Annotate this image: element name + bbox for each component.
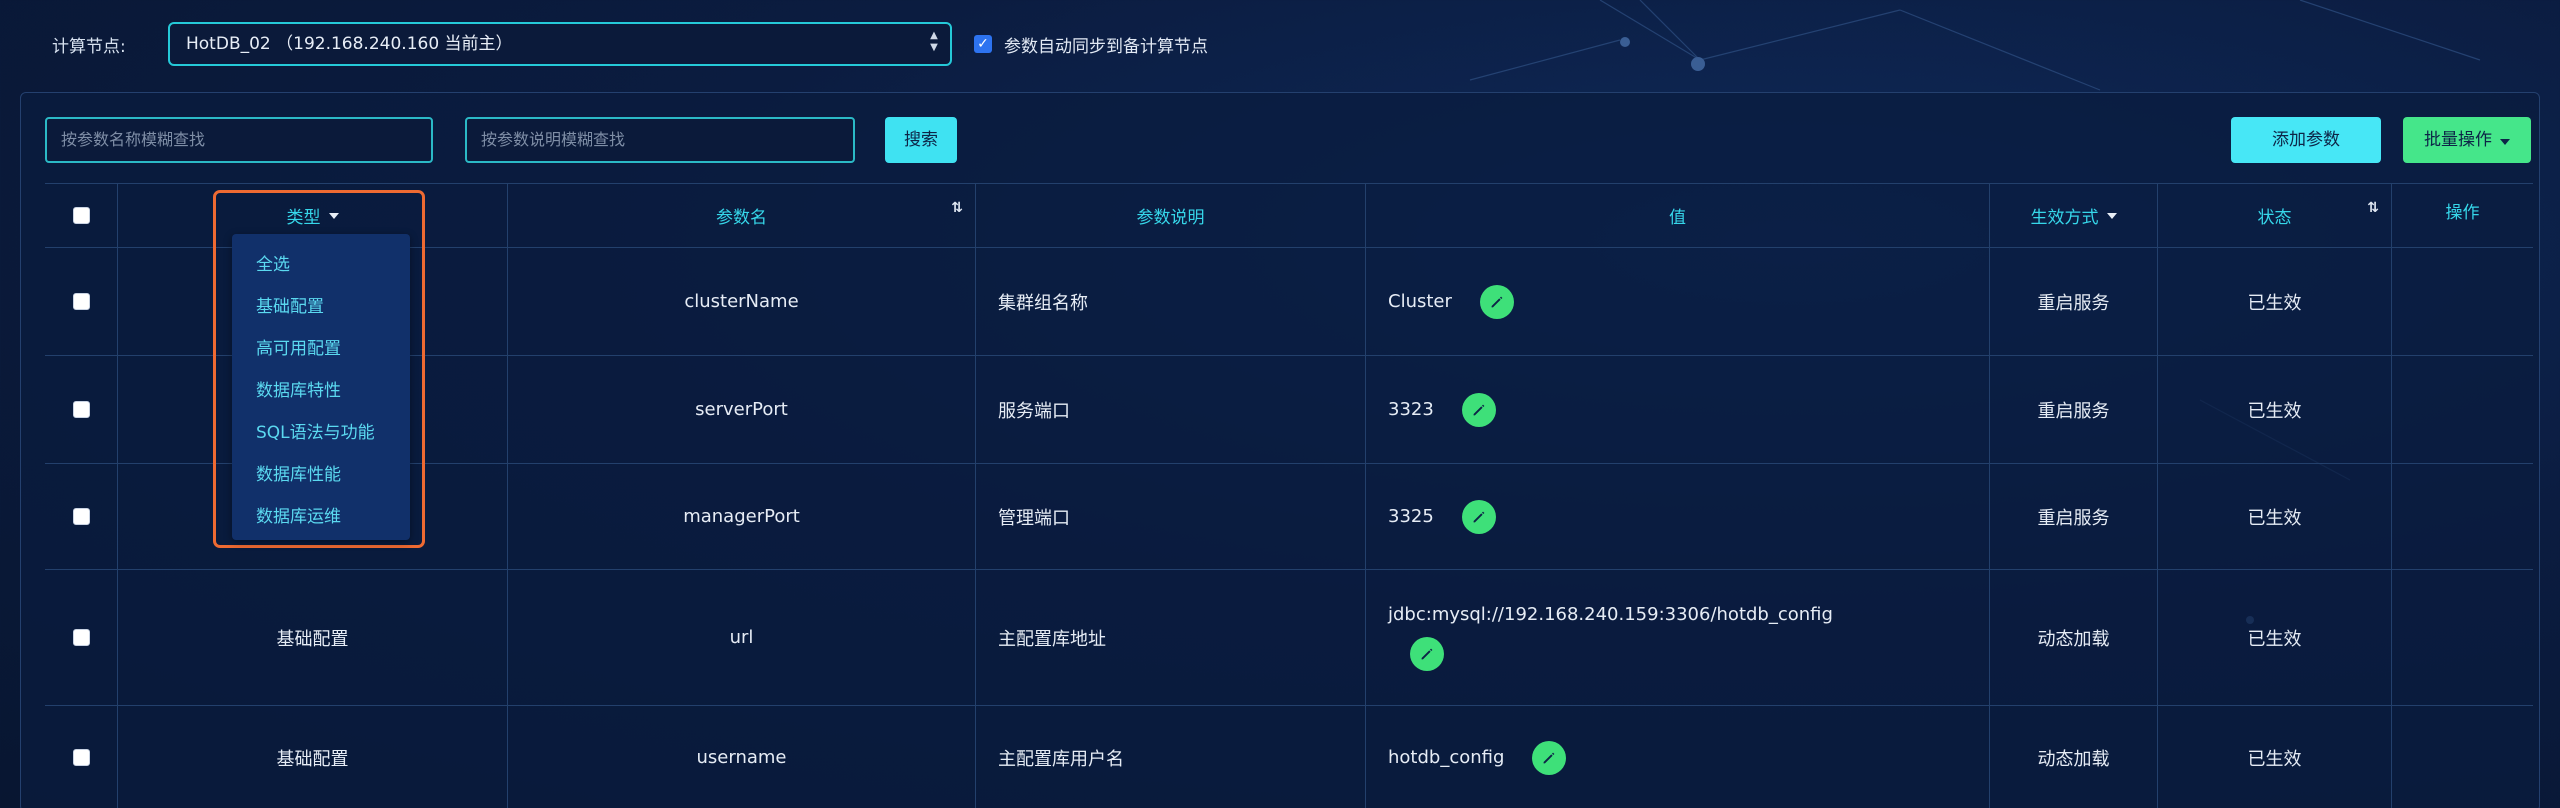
action-cell: [2391, 464, 2533, 569]
name-cell: serverPort: [507, 356, 975, 463]
status-cell: 已生效: [2157, 464, 2391, 569]
batch-operation-label: 批量操作: [2424, 130, 2492, 150]
chevron-down-icon: [2106, 212, 2117, 219]
compute-node-select[interactable]: HotDB_02 （192.168.240.160 当前主） ▲ ▼: [168, 22, 952, 66]
pencil-icon[interactable]: [1532, 740, 1567, 775]
value-text: 3323: [1388, 399, 1434, 420]
status-cell: 已生效: [2157, 570, 2391, 705]
effect-cell: 重启服务: [1989, 356, 2157, 463]
row-checkbox[interactable]: [72, 293, 90, 310]
name-cell: url: [507, 570, 975, 705]
action-cell: [2391, 356, 2533, 463]
node-label: 计算节点:: [52, 37, 126, 57]
action-cell: [2391, 570, 2533, 705]
row-checkbox[interactable]: [72, 629, 90, 646]
value-text: 3325: [1388, 506, 1434, 527]
dropdown-item-db-features[interactable]: 数据库特性: [256, 376, 341, 401]
pencil-icon[interactable]: [1461, 392, 1496, 427]
search-name-input[interactable]: 按参数名称模糊查找: [45, 117, 433, 163]
search-desc-placeholder: 按参数说明模糊查找: [481, 130, 626, 149]
action-cell: [2391, 248, 2533, 355]
type-filter-dropdown: 全选 基础配置 高可用配置 数据库特性 SQL语法与功能 数据库性能 数据库运维: [232, 234, 410, 540]
status-cell: 已生效: [2157, 248, 2391, 355]
batch-operation-button[interactable]: 批量操作: [2403, 117, 2531, 163]
value-text: Cluster: [1388, 291, 1452, 312]
sync-label: 参数自动同步到备计算节点: [1004, 37, 1208, 57]
dropdown-item-db-performance[interactable]: 数据库性能: [256, 460, 341, 485]
name-cell: username: [507, 706, 975, 808]
description-cell: 服务端口: [975, 356, 1365, 463]
sync-checkbox[interactable]: ✓: [974, 35, 992, 53]
top-bar: 计算节点: HotDB_02 （192.168.240.160 当前主） ▲ ▼ …: [0, 0, 2560, 88]
add-parameter-button[interactable]: 添加参数: [2231, 117, 2381, 163]
header-value-label: 值: [1669, 208, 1686, 228]
value-text: hotdb_config: [1388, 747, 1505, 768]
header-select-all[interactable]: [45, 184, 117, 247]
value-cell: 3325: [1365, 464, 1989, 569]
header-name-label: 参数名: [716, 208, 767, 228]
compute-node-value: HotDB_02 （192.168.240.160 当前主）: [186, 34, 513, 54]
sort-icon[interactable]: ⇅: [951, 200, 963, 216]
header-description-label: 参数说明: [1136, 208, 1205, 228]
header-action-label: 操作: [2445, 203, 2480, 223]
pencil-icon[interactable]: [1410, 637, 1444, 671]
dropdown-item-sql-syntax[interactable]: SQL语法与功能: [256, 418, 375, 443]
search-button[interactable]: 搜索: [885, 117, 957, 163]
action-cell: [2391, 706, 2533, 808]
effect-cell: 动态加载: [1989, 706, 2157, 808]
type-cell: 基础配置: [117, 706, 507, 808]
value-text: jdbc:mysql://192.168.240.159:3306/hotdb_…: [1388, 604, 1833, 625]
effect-cell: 动态加载: [1989, 570, 2157, 705]
header-status: 状态 ⇅: [2157, 184, 2391, 247]
table-row: 基础配置 url 主配置库地址 jdbc:mysql://192.168.240…: [45, 569, 2533, 705]
pencil-icon[interactable]: [1461, 499, 1496, 534]
row-checkbox[interactable]: [72, 508, 90, 525]
header-effect-label: 生效方式: [2030, 208, 2099, 228]
name-cell: clusterName: [507, 248, 975, 355]
row-checkbox[interactable]: [72, 749, 90, 766]
header-description: 参数说明: [975, 184, 1365, 247]
header-value: 值: [1365, 184, 1989, 247]
header-action: 操作: [2391, 184, 2533, 247]
row-checkbox-cell[interactable]: [45, 570, 117, 705]
row-checkbox-cell[interactable]: [45, 248, 117, 355]
effect-cell: 重启服务: [1989, 464, 2157, 569]
table-row: 基础配置 username 主配置库用户名 hotdb_config 动态加载 …: [45, 705, 2533, 808]
dropdown-item-ha-config[interactable]: 高可用配置: [256, 334, 341, 359]
row-checkbox-cell[interactable]: [45, 706, 117, 808]
chevron-down-icon: [2500, 139, 2510, 145]
search-name-placeholder: 按参数名称模糊查找: [61, 130, 206, 149]
value-cell: Cluster: [1365, 248, 1989, 355]
search-desc-input[interactable]: 按参数说明模糊查找: [465, 117, 855, 163]
description-cell: 管理端口: [975, 464, 1365, 569]
sort-icon[interactable]: ⇅: [2367, 200, 2379, 216]
header-status-label: 状态: [2257, 208, 2292, 228]
effect-cell: 重启服务: [1989, 248, 2157, 355]
row-checkbox-cell[interactable]: [45, 356, 117, 463]
status-cell: 已生效: [2157, 706, 2391, 808]
dropdown-item-all[interactable]: 全选: [256, 250, 290, 275]
value-cell: jdbc:mysql://192.168.240.159:3306/hotdb_…: [1365, 570, 1989, 705]
value-cell: hotdb_config: [1365, 706, 1989, 808]
header-name: 参数名 ⇅: [507, 184, 975, 247]
pencil-icon[interactable]: [1479, 284, 1514, 319]
header-effect[interactable]: 生效方式: [1989, 184, 2157, 247]
row-checkbox-cell[interactable]: [45, 464, 117, 569]
description-cell: 主配置库用户名: [975, 706, 1365, 808]
name-cell: managerPort: [507, 464, 975, 569]
value-cell: 3323: [1365, 356, 1989, 463]
type-cell: 基础配置: [117, 570, 507, 705]
select-all-checkbox[interactable]: [72, 207, 90, 224]
description-cell: 集群组名称: [975, 248, 1365, 355]
status-cell: 已生效: [2157, 356, 2391, 463]
select-arrows-icon: ▲ ▼: [930, 30, 938, 53]
description-cell: 主配置库地址: [975, 570, 1365, 705]
dropdown-item-basic-config[interactable]: 基础配置: [256, 292, 324, 317]
dropdown-item-db-ops[interactable]: 数据库运维: [256, 502, 341, 527]
row-checkbox[interactable]: [72, 401, 90, 418]
